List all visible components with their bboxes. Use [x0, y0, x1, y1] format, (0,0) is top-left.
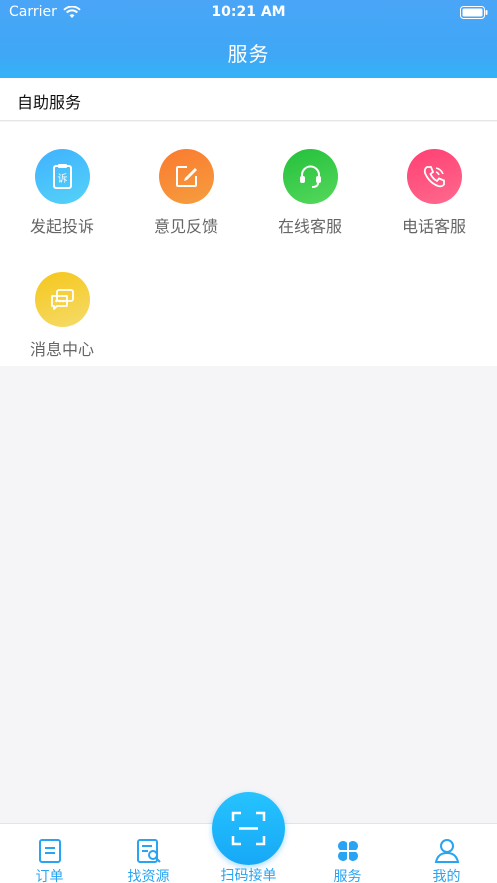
tab-label: 服务: [333, 869, 362, 883]
service-item-messages[interactable]: 消息中心: [0, 245, 124, 359]
phone-support-icon-circle: [407, 149, 462, 204]
service-label: 消息中心: [29, 340, 94, 359]
headset-icon: [300, 165, 321, 188]
messages-icon-circle: [35, 272, 90, 327]
service-label: 电话客服: [401, 217, 466, 236]
service-grid: 诉 发起投诉 意见反馈 在线客服 电话客服 消息中心: [0, 122, 497, 366]
tab-mine[interactable]: 我的: [397, 824, 496, 883]
app-header: Carrier 10:21 AM 服务: [0, 0, 497, 78]
service-item-feedback[interactable]: 意见反馈: [124, 122, 248, 236]
chat-bubbles-icon: [51, 289, 74, 310]
tab-label: 我的: [432, 869, 461, 883]
tab-label: 找资源: [127, 869, 170, 883]
section-header: 自助服务: [0, 78, 497, 121]
service-label: 发起投诉: [29, 217, 94, 236]
scan-order-label[interactable]: 扫码接单: [199, 865, 298, 883]
tab-find-resources[interactable]: 找资源: [99, 824, 198, 883]
battery-icon: [460, 6, 488, 23]
complaint-clipboard-icon: 诉: [53, 164, 72, 189]
phone-icon: [423, 166, 445, 188]
feedback-icon-circle: [159, 149, 214, 204]
order-doc-icon: [39, 839, 61, 863]
tab-services[interactable]: 服务: [298, 824, 397, 883]
status-bar: Carrier 10:21 AM: [0, 0, 497, 26]
online-support-icon-circle: [283, 149, 338, 204]
tab-orders[interactable]: 订单: [0, 824, 99, 883]
service-item-online-support[interactable]: 在线客服: [248, 122, 372, 236]
svg-text:诉: 诉: [58, 172, 68, 185]
four-petal-icon: [338, 841, 358, 861]
scan-icon: [231, 811, 266, 846]
status-time: 10:21 AM: [211, 4, 286, 20]
scan-order-button[interactable]: [212, 792, 285, 865]
service-label: 在线客服: [277, 217, 342, 236]
service-item-phone-support[interactable]: 电话客服: [372, 122, 496, 236]
user-icon: [434, 839, 460, 863]
search-doc-icon: [137, 839, 161, 863]
complaint-icon-circle: 诉: [35, 149, 90, 204]
edit-feedback-icon: [176, 166, 197, 187]
page-title: 服务: [227, 42, 270, 66]
service-label: 意见反馈: [153, 217, 218, 236]
service-item-complaint[interactable]: 诉 发起投诉: [0, 122, 124, 236]
tab-label: 订单: [35, 869, 64, 883]
section-title: 自助服务: [17, 93, 82, 112]
